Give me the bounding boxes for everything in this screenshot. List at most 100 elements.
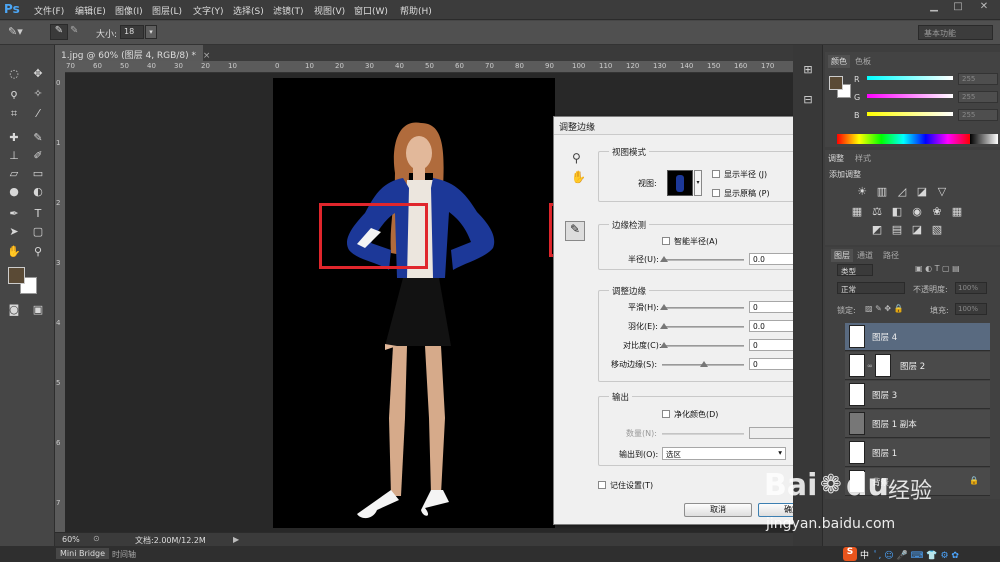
red-channel-slider[interactable] (867, 76, 953, 80)
share-icon[interactable]: ⊙ (93, 534, 100, 543)
vibrance-icon[interactable]: ▽ (935, 185, 949, 199)
document-image[interactable] (273, 78, 555, 528)
contrast-slider[interactable] (662, 345, 744, 347)
lasso-tool-icon[interactable]: ϙ (7, 87, 21, 101)
tab-adjustments[interactable]: 调整 (828, 153, 844, 164)
brush-tool-preset-icon[interactable]: ✎▾ (8, 25, 23, 38)
menu-filter[interactable]: 滤镜(T) (273, 4, 304, 17)
refine-radius-tool-icon[interactable]: ✎ (50, 24, 68, 40)
sogou-ime-icon[interactable]: S (843, 547, 857, 561)
feather-slider[interactable] (662, 326, 744, 328)
smart-radius-checkbox[interactable] (662, 237, 670, 245)
layer-row-layer1[interactable]: 图层 1 (845, 439, 990, 467)
cancel-button[interactable]: 取消 (684, 503, 752, 517)
view-dropdown-icon[interactable]: ▾ (694, 170, 702, 196)
grayscale-bar[interactable] (970, 134, 998, 144)
color-spectrum-bar[interactable] (837, 134, 970, 144)
tab-color[interactable]: 颜色 (828, 55, 850, 68)
feather-input[interactable]: 0.0 (749, 320, 797, 332)
view-thumbnail[interactable] (667, 170, 693, 196)
tab-swatches[interactable]: 色板 (855, 56, 871, 67)
pen-tool-icon[interactable]: ✒ (7, 207, 21, 221)
shift-edge-slider-handle[interactable] (700, 361, 708, 367)
eraser-tool-icon[interactable]: ▱ (7, 167, 21, 181)
smooth-input[interactable]: 0 (749, 301, 797, 313)
erase-refinements-tool-icon[interactable]: ✎ (70, 25, 78, 36)
size-dropdown-icon[interactable]: ▾ (145, 25, 157, 39)
layer-row-layer3[interactable]: 图层 3 (845, 381, 990, 409)
curves-icon[interactable]: ◿ (895, 185, 909, 199)
brush-tool-icon[interactable]: ✎ (31, 131, 45, 145)
zoom-level[interactable]: 60% (62, 535, 80, 544)
threshold-icon[interactable]: ◪ (910, 223, 924, 237)
tab-timeline[interactable]: 时间轴 (112, 549, 136, 560)
opacity-input[interactable]: 100% (955, 282, 987, 294)
menu-edit[interactable]: 编辑(E) (75, 4, 106, 17)
ime-toolbar-icons[interactable]: ﾟ, ☺ 🎤 ⌨ 👕 ⚙ ✿ (874, 548, 959, 561)
document-tab[interactable]: 1.jpg @ 60% (图层 4, RGB/8) * × (55, 45, 210, 61)
path-selection-tool-icon[interactable]: ➤ (7, 225, 21, 239)
shift-edge-input[interactable]: 0 (749, 358, 797, 370)
decontaminate-colors-checkbox[interactable] (662, 410, 670, 418)
tab-styles[interactable]: 样式 (855, 153, 871, 164)
contrast-slider-handle[interactable] (660, 342, 668, 348)
menu-window[interactable]: 窗口(W) (354, 4, 388, 17)
size-input[interactable]: 18 (120, 25, 144, 39)
foreground-color-swatch[interactable] (829, 76, 843, 90)
menu-layer[interactable]: 图层(L) (152, 4, 182, 17)
channel-mixer-icon[interactable]: ❀ (930, 205, 944, 219)
close-tab-icon[interactable]: × (203, 51, 211, 61)
hand-tool-icon[interactable]: ✋ (7, 245, 21, 259)
quick-mask-icon[interactable]: ◙ (7, 303, 21, 317)
zoom-tool-icon[interactable]: ⚲ (572, 151, 581, 165)
radius-slider[interactable] (662, 259, 744, 261)
minimize-icon[interactable]: ▁ (922, 1, 946, 16)
layer-filter-select[interactable]: 类型 (837, 264, 873, 276)
show-original-checkbox[interactable] (712, 189, 720, 197)
levels-icon[interactable]: ▥ (875, 185, 889, 199)
refine-radius-tool-icon[interactable]: ✎ (565, 221, 585, 241)
color-balance-icon[interactable]: ⚖ (870, 205, 884, 219)
zoom-tool-icon[interactable]: ⚲ (31, 245, 45, 259)
feather-slider-handle[interactable] (660, 323, 668, 329)
radius-input[interactable]: 0.0 (749, 253, 797, 265)
healing-brush-tool-icon[interactable]: ✚ (7, 131, 21, 145)
photo-filter-icon[interactable]: ◉ (910, 205, 924, 219)
tab-channels[interactable]: 通道 (857, 250, 873, 261)
crop-tool-icon[interactable]: ⌗ (7, 107, 21, 121)
menu-image[interactable]: 图像(I) (115, 4, 143, 17)
radius-slider-handle[interactable] (660, 256, 668, 262)
invert-icon[interactable]: ◩ (870, 223, 884, 237)
fill-input[interactable]: 100% (955, 303, 987, 315)
shape-tool-icon[interactable]: ▢ (31, 225, 45, 239)
layer-row-layer4[interactable]: 图层 4 (845, 323, 990, 351)
output-to-select[interactable]: 选区 ▾ (662, 447, 786, 460)
red-channel-input[interactable]: 255 (958, 73, 998, 85)
lock-icons[interactable]: ▨ ✎ ✥ 🔒 (865, 304, 904, 313)
magic-wand-tool-icon[interactable]: ✧ (31, 87, 45, 101)
maximize-icon[interactable]: □ (946, 1, 970, 16)
actions-panel-icon[interactable]: ⊟ (801, 93, 815, 107)
status-menu-icon[interactable]: ▶ (233, 535, 239, 544)
move-tool-icon[interactable]: ✥ (31, 67, 45, 81)
exposure-icon[interactable]: ◪ (915, 185, 929, 199)
type-tool-icon[interactable]: T (31, 207, 45, 221)
color-lookup-icon[interactable]: ▦ (950, 205, 964, 219)
blend-mode-select[interactable]: 正常 (837, 282, 905, 294)
marquee-tool-icon[interactable]: ◌ (7, 67, 21, 81)
show-radius-checkbox[interactable] (712, 170, 720, 178)
green-channel-slider[interactable] (867, 94, 953, 98)
screen-mode-icon[interactable]: ▣ (31, 303, 45, 317)
workspace-select[interactable]: 基本功能 (918, 25, 993, 40)
remember-settings-checkbox[interactable] (598, 481, 606, 489)
tab-paths[interactable]: 路径 (883, 250, 899, 261)
hue-saturation-icon[interactable]: ▦ (850, 205, 864, 219)
layer-filter-icons[interactable]: ▣ ◐ T ▢ ▤ (915, 264, 960, 273)
black-white-icon[interactable]: ◧ (890, 205, 904, 219)
blue-channel-slider[interactable] (867, 112, 953, 116)
layer-row-layer1-copy[interactable]: 图层 1 副本 (845, 410, 990, 438)
tab-mini-bridge[interactable]: Mini Bridge (56, 548, 110, 559)
layer-row-layer2[interactable]: ∞ 图层 2 (845, 352, 990, 380)
smooth-slider[interactable] (662, 307, 744, 309)
ime-mode-label[interactable]: 中 (860, 548, 869, 561)
